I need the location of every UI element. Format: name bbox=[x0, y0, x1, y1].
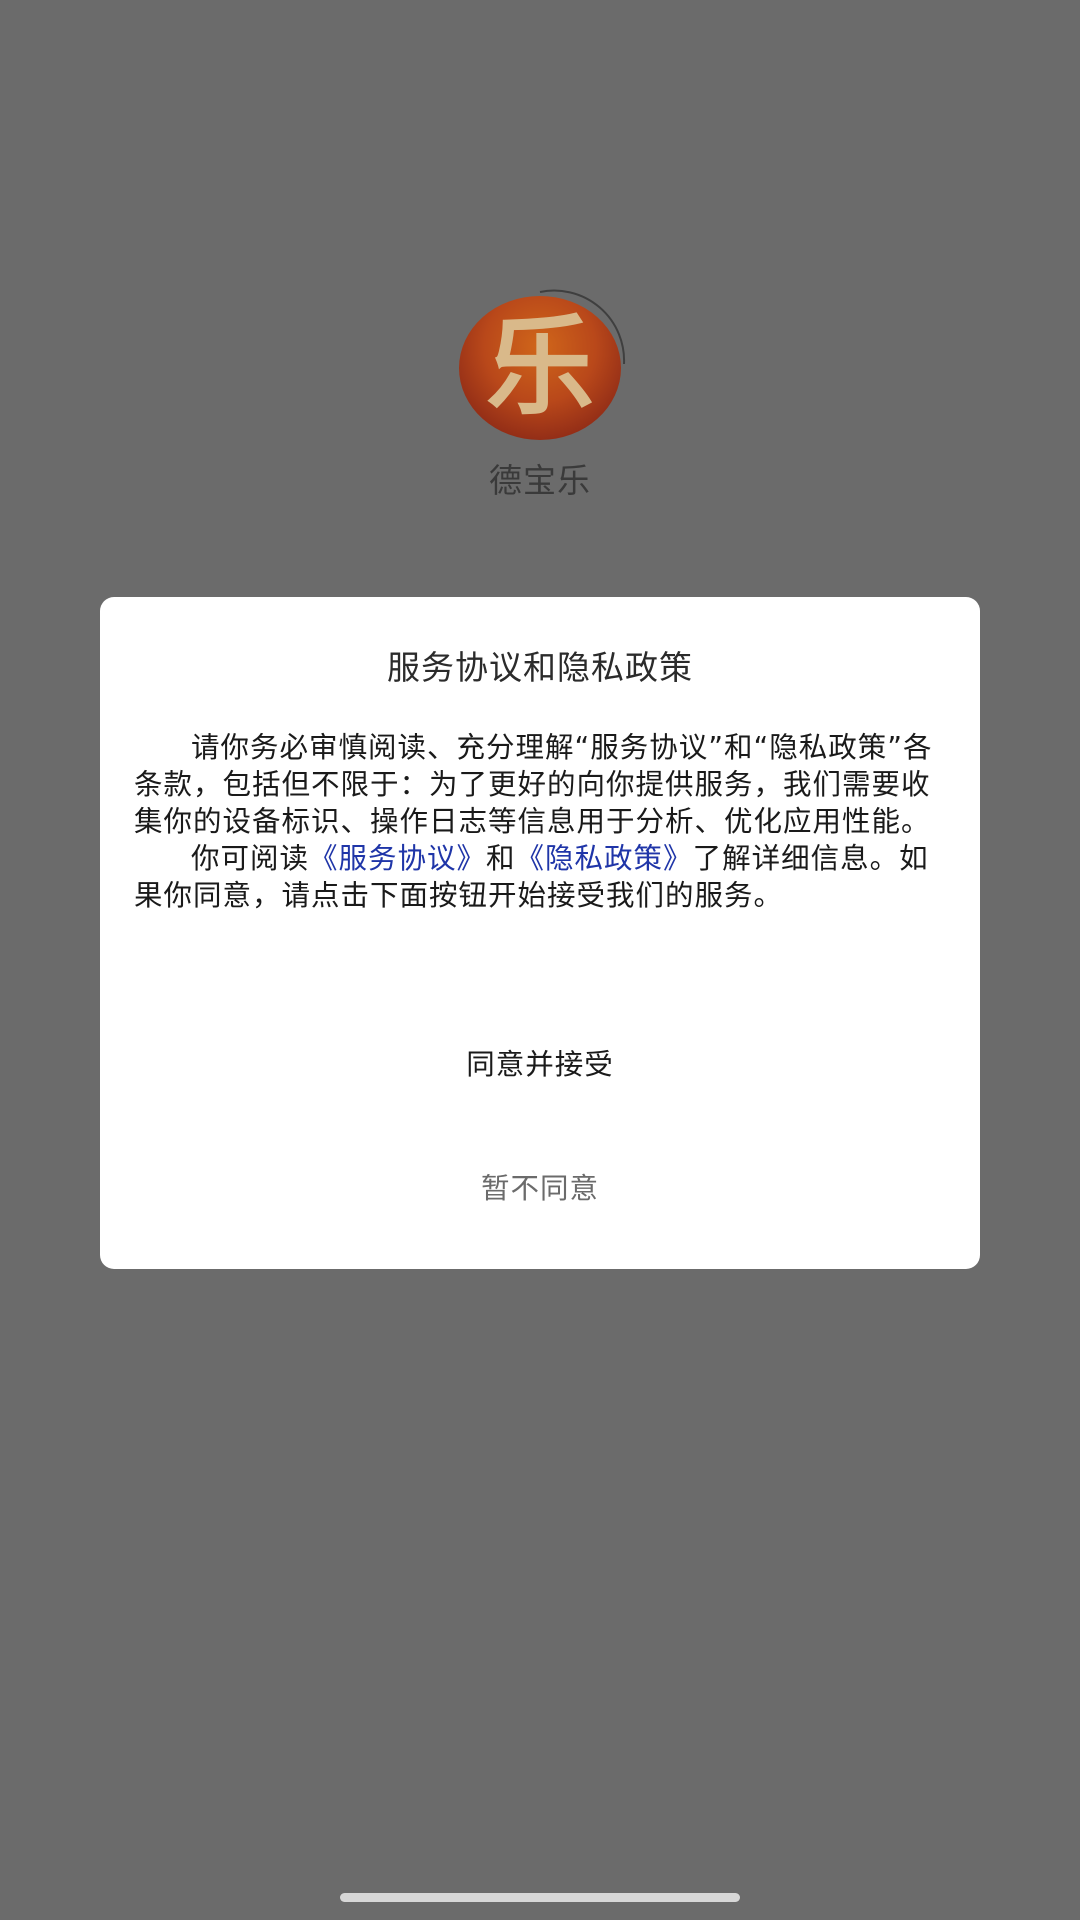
privacy-policy-link[interactable]: 《隐私政策》 bbox=[516, 842, 693, 875]
app-logo: 乐 bbox=[459, 296, 621, 440]
dialog-paragraph-1: 请你务必审慎阅读、充分理解“服务协议”和“隐私政策”各条款，包括但不限于：为了更… bbox=[134, 731, 933, 838]
paragraph-2-prefix: 你可阅读 bbox=[191, 842, 310, 875]
dialog-body: 请你务必审慎阅读、充分理解“服务协议”和“隐私政策”各条款，包括但不限于：为了更… bbox=[134, 729, 946, 914]
app-name: 德宝乐 bbox=[489, 461, 591, 500]
app-logo-glyph: 乐 bbox=[485, 305, 594, 430]
dialog-paragraph-2: 你可阅读《服务协议》和《隐私政策》了解详细信息。如果你同意，请点击下面按钮开始接… bbox=[134, 840, 946, 914]
privacy-dialog: 服务协议和隐私政策 请你务必审慎阅读、充分理解“服务协议”和“隐私政策”各条款，… bbox=[100, 597, 980, 1269]
paragraph-2-and: 和 bbox=[486, 842, 516, 875]
agree-button[interactable]: 同意并接受 bbox=[100, 1035, 980, 1095]
disagree-button[interactable]: 暂不同意 bbox=[100, 1159, 980, 1219]
dialog-title: 服务协议和隐私政策 bbox=[387, 648, 693, 687]
service-agreement-link[interactable]: 《服务协议》 bbox=[309, 842, 486, 875]
home-indicator[interactable] bbox=[340, 1893, 740, 1902]
